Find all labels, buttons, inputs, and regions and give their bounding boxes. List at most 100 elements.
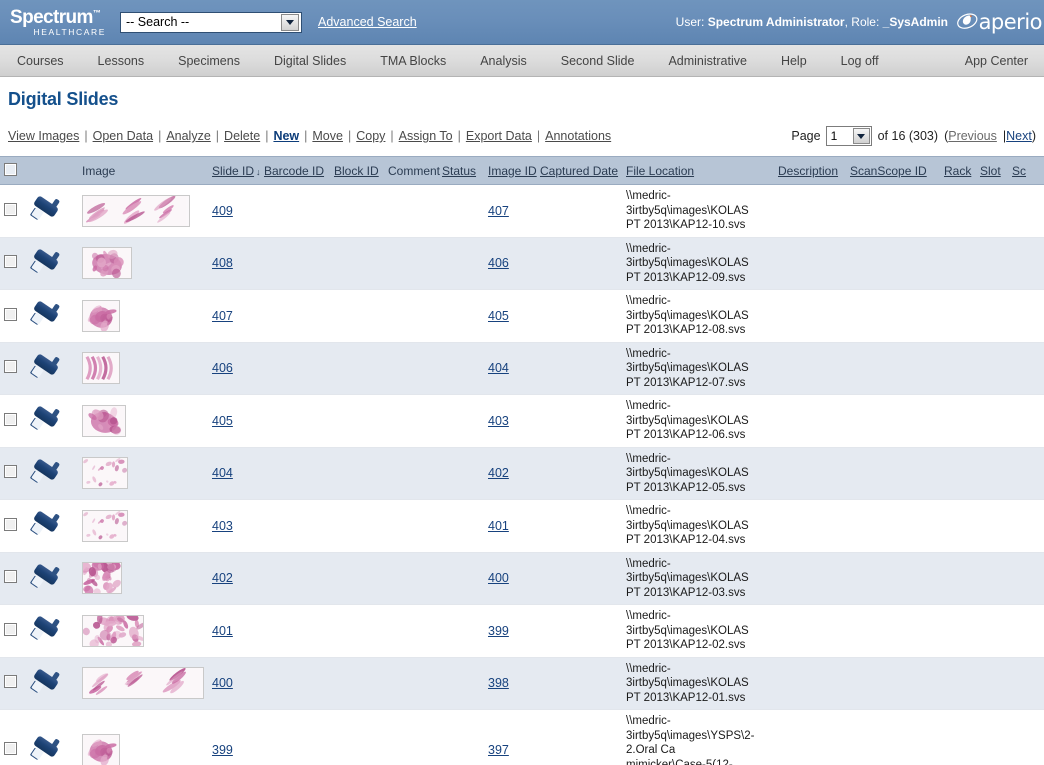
image-id-link[interactable]: 401 xyxy=(488,519,509,533)
status-column-header[interactable]: Status xyxy=(438,156,484,185)
row-annotation-cell[interactable] xyxy=(26,184,78,238)
annotation-pen-icon[interactable] xyxy=(30,562,61,589)
image-id-link[interactable]: 405 xyxy=(488,309,509,323)
slide-id-link[interactable]: 406 xyxy=(212,361,233,375)
description-header-label[interactable]: Description xyxy=(778,164,838,178)
row-select-cell[interactable] xyxy=(0,604,26,658)
annotation-pen-icon[interactable] xyxy=(30,457,61,484)
row-select-cell[interactable] xyxy=(0,289,26,343)
slide-id-link[interactable]: 405 xyxy=(212,414,233,428)
previous-page-link[interactable]: Previous xyxy=(948,129,997,143)
view-images-link[interactable]: View Images xyxy=(8,129,79,143)
row-thumbnail-cell[interactable] xyxy=(78,394,208,448)
row-select-cell[interactable] xyxy=(0,237,26,290)
slide-thumbnail-image[interactable] xyxy=(82,194,190,227)
annotation-pen-icon[interactable] xyxy=(30,734,61,761)
sort-desc-icon[interactable]: ↓ xyxy=(254,167,261,177)
row-thumbnail-cell[interactable] xyxy=(78,709,208,765)
image-id-link[interactable]: 403 xyxy=(488,414,509,428)
next-page-link[interactable]: Next xyxy=(1006,129,1032,143)
slide-id-link-cell[interactable]: 409 xyxy=(208,184,260,238)
nav-item-courses[interactable]: Courses xyxy=(0,54,81,68)
row-annotation-cell[interactable] xyxy=(26,499,78,553)
move-link[interactable]: Move xyxy=(312,129,343,143)
row-thumbnail-cell[interactable] xyxy=(78,342,208,395)
slide-id-link[interactable]: 401 xyxy=(212,624,233,638)
row-select-cell[interactable] xyxy=(0,657,26,710)
nav-item-app-center[interactable]: App Center xyxy=(948,54,1044,68)
image-id-link-cell[interactable]: 405 xyxy=(484,289,536,343)
row-annotation-cell[interactable] xyxy=(26,394,78,448)
nav-item-second-slide[interactable]: Second Slide xyxy=(544,54,652,68)
slide-thumbnail-image[interactable] xyxy=(82,404,126,437)
annotation-pen-icon[interactable] xyxy=(30,510,61,536)
chevron-down-icon[interactable] xyxy=(281,13,299,31)
row-thumbnail-cell[interactable] xyxy=(78,289,208,343)
file-location-header-label[interactable]: File Location xyxy=(626,164,694,178)
image-id-link-cell[interactable]: 407 xyxy=(484,184,536,238)
row-select-checkbox[interactable] xyxy=(4,570,17,584)
row-thumbnail-cell[interactable] xyxy=(78,552,208,605)
barcode-id-header-label[interactable]: Barcode ID xyxy=(264,164,324,178)
annotation-pen-icon[interactable] xyxy=(30,615,61,641)
delete-link[interactable]: Delete xyxy=(224,129,260,143)
annotations-link[interactable]: Annotations xyxy=(545,129,611,143)
chevron-down-icon[interactable] xyxy=(852,128,870,144)
table-row[interactable]: 406 404 \\medric- 3irtby5q\images\KOLAS PT… xyxy=(0,342,1044,395)
slide-id-link-cell[interactable]: 408 xyxy=(208,237,260,290)
slide-id-link-cell[interactable]: 405 xyxy=(208,394,260,448)
page-number-select[interactable]: 1 xyxy=(825,126,872,146)
slide-id-link[interactable]: 403 xyxy=(212,519,233,533)
slide-thumbnail-image[interactable] xyxy=(82,734,120,765)
row-annotation-cell[interactable] xyxy=(26,342,78,395)
image-id-link-cell[interactable]: 398 xyxy=(484,657,536,710)
annotation-pen-icon[interactable] xyxy=(30,352,61,379)
slide-id-link[interactable]: 409 xyxy=(212,204,233,218)
nav-item-help[interactable]: Help xyxy=(764,54,824,68)
slide-id-link[interactable]: 404 xyxy=(212,466,233,480)
row-select-checkbox[interactable] xyxy=(4,202,17,216)
image-id-link-cell[interactable]: 404 xyxy=(484,342,536,395)
row-select-checkbox[interactable] xyxy=(4,622,17,636)
table-row[interactable]: 400 398 \\medric- 3irtby5q\images\KOLAS PT… xyxy=(0,657,1044,710)
file-location-column-header[interactable]: File Location xyxy=(622,156,774,185)
table-row[interactable]: 404 402 \\medric- 3irtby5q\images\KOLAS PT… xyxy=(0,447,1044,500)
slide-id-header-label[interactable]: Slide ID xyxy=(212,164,254,178)
annotation-pen-icon[interactable] xyxy=(30,195,61,221)
slot-column-header[interactable]: Slot xyxy=(976,156,1008,185)
row-annotation-cell[interactable] xyxy=(26,237,78,290)
annotation-pen-icon[interactable] xyxy=(30,667,61,694)
row-thumbnail-cell[interactable] xyxy=(78,499,208,553)
row-annotation-cell[interactable] xyxy=(26,289,78,343)
nav-item-specimens[interactable]: Specimens xyxy=(161,54,257,68)
slide-id-link-cell[interactable]: 402 xyxy=(208,552,260,605)
nav-item-digital-slides[interactable]: Digital Slides xyxy=(257,54,363,68)
slide-thumbnail-image[interactable] xyxy=(82,352,120,385)
analyze-link[interactable]: Analyze xyxy=(166,129,210,143)
row-thumbnail-cell[interactable] xyxy=(78,604,208,658)
slide-id-link[interactable]: 408 xyxy=(212,256,233,270)
image-id-link[interactable]: 400 xyxy=(488,571,509,585)
block-id-header-label[interactable]: Block ID xyxy=(334,164,379,178)
row-select-checkbox[interactable] xyxy=(4,307,17,321)
image-id-link[interactable]: 402 xyxy=(488,466,509,480)
nav-item-log-off[interactable]: Log off xyxy=(824,54,896,68)
rack-header-label[interactable]: Rack xyxy=(944,164,971,178)
image-id-link-cell[interactable]: 400 xyxy=(484,552,536,605)
annotation-pen-icon[interactable] xyxy=(30,300,61,326)
table-row[interactable]: 402 400 \\medric- 3irtby5q\images\KOLAS PT… xyxy=(0,552,1044,605)
scanscope-id-header-label[interactable]: ScanScope ID xyxy=(850,164,927,178)
table-row[interactable]: 409 407 \\medric- 3irtby5q\images\KOLAS PT… xyxy=(0,184,1044,238)
table-row[interactable]: 403 401 \\medric- 3irtby5q\images\KOLAS PT… xyxy=(0,499,1044,553)
image-id-link[interactable]: 404 xyxy=(488,361,509,375)
row-annotation-cell[interactable] xyxy=(26,604,78,658)
slide-id-link[interactable]: 407 xyxy=(212,309,233,323)
block-id-column-header[interactable]: Block ID xyxy=(330,156,384,185)
annotation-pen-icon[interactable] xyxy=(30,247,61,274)
search-input[interactable]: -- Search -- xyxy=(121,15,281,29)
scan-column-header[interactable]: Sc xyxy=(1008,156,1044,185)
table-row[interactable]: 399 397 \\medric- 3irtby5q\images\YSPS\2- … xyxy=(0,709,1044,765)
slide-thumbnail-image[interactable] xyxy=(82,509,128,542)
slide-thumbnail-image[interactable] xyxy=(82,562,122,595)
slide-id-link[interactable]: 400 xyxy=(212,676,233,690)
